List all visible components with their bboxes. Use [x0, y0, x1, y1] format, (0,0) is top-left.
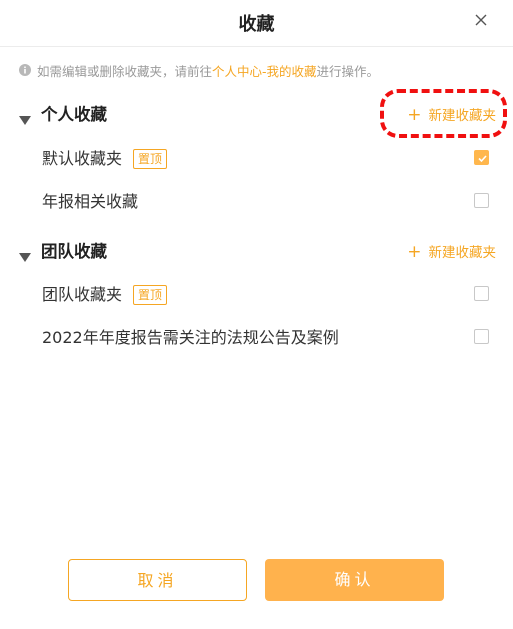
- new-folder-button[interactable]: + 新建收藏夹: [407, 240, 496, 265]
- new-folder-label: 新建收藏夹: [428, 108, 497, 124]
- personal-group-header: 个人收藏 + 新建收藏夹: [19, 103, 497, 127]
- list-item[interactable]: 默认收藏夹 置顶: [42, 146, 489, 172]
- caret-down-icon[interactable]: [19, 110, 31, 125]
- pinned-badge: 置顶: [133, 149, 168, 169]
- caret-down-icon[interactable]: [19, 247, 31, 262]
- folder-name: 团队收藏夹: [42, 285, 123, 304]
- pinned-badge: 置顶: [133, 285, 168, 305]
- folder-checkbox[interactable]: [474, 329, 489, 344]
- cancel-button[interactable]: 取消: [68, 559, 247, 601]
- plus-icon: +: [407, 242, 422, 262]
- folder-checkbox[interactable]: [474, 286, 489, 301]
- folder-checkbox[interactable]: [474, 150, 489, 165]
- info-icon: [19, 64, 31, 76]
- personal-center-link[interactable]: 个人中心-我的收藏: [212, 61, 317, 80]
- dialog-title: 收藏: [238, 14, 275, 35]
- new-folder-label: 新建收藏夹: [428, 245, 497, 261]
- list-item[interactable]: 2022年年度报告需关注的法规公告及案例: [42, 325, 489, 351]
- folder-name: 默认收藏夹: [42, 149, 123, 168]
- list-item[interactable]: 年报相关收藏: [42, 189, 489, 215]
- team-group-title: 团队收藏: [41, 242, 107, 261]
- notice-suffix: 进行操作。: [316, 63, 380, 79]
- folder-checkbox[interactable]: [474, 193, 489, 208]
- plus-icon: +: [407, 105, 422, 125]
- notice-prefix: 如需编辑或删除收藏夹，请前往: [37, 63, 213, 79]
- notice-line: 如需编辑或删除收藏夹，请前往 个人中心-我的收藏 进行操作。: [19, 61, 379, 79]
- folder-name: 年报相关收藏: [42, 192, 139, 211]
- folder-name: 2022年年度报告需关注的法规公告及案例: [42, 328, 339, 347]
- dialog-header: 收藏: [0, 0, 513, 47]
- confirm-button[interactable]: 确认: [265, 559, 444, 601]
- personal-group-title: 个人收藏: [41, 105, 107, 124]
- list-item[interactable]: 团队收藏夹 置顶: [42, 282, 489, 308]
- new-folder-button[interactable]: + 新建收藏夹: [407, 103, 496, 128]
- team-group-header: 团队收藏 + 新建收藏夹: [19, 240, 497, 264]
- close-icon[interactable]: [473, 10, 489, 30]
